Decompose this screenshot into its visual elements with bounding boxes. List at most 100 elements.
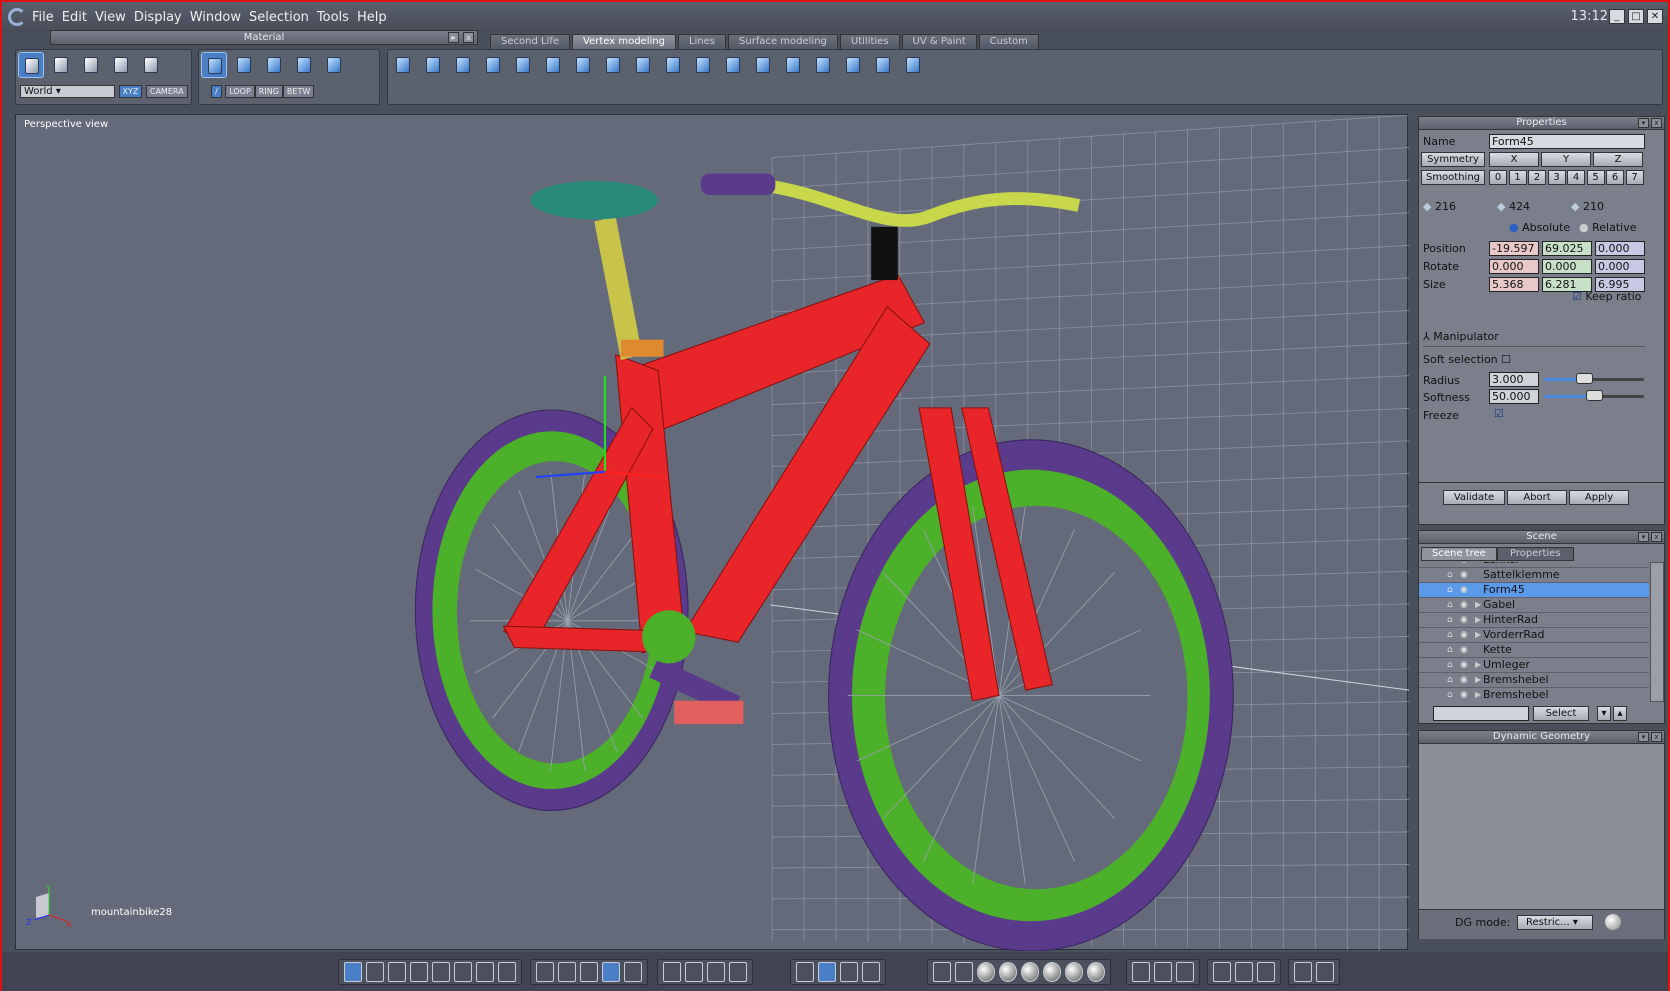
- hide-icon[interactable]: [1132, 962, 1150, 982]
- lock-icon[interactable]: ⌂: [1447, 643, 1453, 657]
- lock-icon[interactable]: ⌂: [1447, 658, 1453, 672]
- abort-button[interactable]: Abort: [1507, 490, 1567, 505]
- eye-icon[interactable]: ◉: [1460, 613, 1468, 627]
- absolute-radio[interactable]: ● Absolute: [1509, 221, 1570, 234]
- 3d-viewport[interactable]: Perspective view Y Z X mountainbike28: [15, 114, 1409, 951]
- wire-shaded-icon[interactable]: [999, 962, 1017, 982]
- orbit-icon[interactable]: [685, 962, 703, 982]
- xray-icon[interactable]: [1176, 962, 1194, 982]
- split-icon[interactable]: [810, 52, 836, 78]
- tab-scene-properties[interactable]: Properties: [1497, 547, 1574, 561]
- rotate-x-field[interactable]: 0.000: [1489, 259, 1539, 274]
- eye-icon[interactable]: ◉: [1460, 673, 1468, 687]
- scene-tree-item[interactable]: ⌂ ◉ Kette: [1419, 643, 1649, 658]
- split-top-view-icon[interactable]: [410, 962, 428, 982]
- split-left-view-icon[interactable]: [454, 962, 472, 982]
- eye-icon[interactable]: ◉: [1460, 562, 1468, 567]
- collapse-icon[interactable]: ▾: [1638, 532, 1649, 542]
- scene-tree-item[interactable]: ⌂ ◉ Sattelklemme: [1419, 568, 1649, 583]
- light-icon[interactable]: [1213, 962, 1231, 982]
- size-z-field[interactable]: 6.995: [1595, 277, 1645, 292]
- plane-icon[interactable]: [510, 52, 536, 78]
- weld-icon[interactable]: [780, 52, 806, 78]
- softness-field[interactable]: 50.000: [1489, 389, 1539, 404]
- tab-custom[interactable]: Custom: [978, 34, 1039, 49]
- lock-icon[interactable]: ⌂: [1447, 583, 1453, 597]
- grid-icon[interactable]: [690, 52, 716, 78]
- frame-all-icon[interactable]: [663, 962, 681, 982]
- display-icon[interactable]: [1257, 962, 1275, 982]
- close-icon[interactable]: x: [1651, 118, 1662, 128]
- tab-vertex-modeling[interactable]: Vertex modeling: [572, 34, 676, 49]
- select-input[interactable]: [1433, 706, 1529, 721]
- slice-icon[interactable]: [660, 52, 686, 78]
- single-view-icon[interactable]: [344, 962, 362, 982]
- position-z-field[interactable]: 0.000: [1595, 241, 1645, 256]
- brush-select-icon[interactable]: /: [211, 84, 222, 98]
- cut-icon[interactable]: [540, 52, 566, 78]
- name-field[interactable]: Form45: [1489, 134, 1645, 149]
- relax-icon[interactable]: [750, 52, 776, 78]
- scene-scrollbar[interactable]: [1650, 562, 1664, 702]
- symmetry-z[interactable]: Z: [1593, 152, 1643, 167]
- chamfer-icon[interactable]: [450, 52, 476, 78]
- close-icon[interactable]: x: [1651, 532, 1662, 542]
- expand-arrow-icon[interactable]: ▶: [1475, 628, 1481, 642]
- lock-icon[interactable]: ⌂: [1447, 628, 1453, 642]
- wire-smooth-icon[interactable]: [955, 962, 973, 982]
- position-x-field[interactable]: -19.597: [1489, 241, 1539, 256]
- menu-file[interactable]: File: [32, 10, 54, 25]
- dg-mode-select[interactable]: Restric... ▾: [1517, 915, 1593, 930]
- menu-help[interactable]: Help: [357, 10, 387, 25]
- select-button[interactable]: Select: [1533, 706, 1589, 721]
- quad-view-icon[interactable]: [366, 962, 384, 982]
- freeze-checkbox[interactable]: ☑: [1494, 407, 1504, 420]
- smoothing-level-4[interactable]: 4: [1567, 170, 1585, 185]
- zoom-icon[interactable]: [707, 962, 725, 982]
- scene-tree-item[interactable]: ⌂ ◉ ▶ Bremshebel: [1419, 688, 1649, 702]
- sphere-icon[interactable]: [108, 52, 134, 78]
- soft-selection-checkbox[interactable]: Soft selection ☐: [1423, 353, 1511, 366]
- wireframe-icon[interactable]: [933, 962, 951, 982]
- scene-tree-item[interactable]: ⌂ ◉ ▶ Umleger: [1419, 658, 1649, 673]
- flat-icon[interactable]: [977, 962, 995, 982]
- expand-arrow-icon[interactable]: ▶: [1475, 688, 1481, 702]
- minimize-button[interactable]: _: [1609, 9, 1625, 24]
- close-icon[interactable]: x: [1651, 732, 1662, 742]
- collapse-icon[interactable]: ▾: [1638, 732, 1649, 742]
- apply-button[interactable]: Apply: [1569, 490, 1629, 505]
- white-icon[interactable]: [1087, 962, 1105, 982]
- radius-field[interactable]: 3.000: [1489, 372, 1539, 387]
- scene-tree-item[interactable]: ⌂ ◉ ▶ Gabel: [1419, 598, 1649, 613]
- eye-icon[interactable]: ◉: [1460, 628, 1468, 642]
- scene-tree-item[interactable]: ⌂ ◉ Form45: [1419, 583, 1649, 598]
- smoothing-level-3[interactable]: 3: [1547, 170, 1566, 185]
- manip-scale-icon[interactable]: [862, 962, 880, 982]
- smooth-icon[interactable]: [1021, 962, 1039, 982]
- menu-tools[interactable]: Tools: [317, 10, 349, 25]
- split-h-view-icon[interactable]: [388, 962, 406, 982]
- lock-icon[interactable]: ⌂: [1447, 568, 1453, 582]
- grid-x-icon[interactable]: [580, 962, 598, 982]
- lock-icon[interactable]: ⌂: [1447, 562, 1453, 567]
- knife-icon[interactable]: [600, 52, 626, 78]
- symmetry-y[interactable]: Y: [1541, 152, 1591, 167]
- menu-selection[interactable]: Selection: [249, 10, 309, 25]
- cube-icon[interactable]: [1235, 962, 1253, 982]
- tab-scene-tree[interactable]: Scene tree: [1421, 547, 1497, 561]
- select-arrow-icon[interactable]: [18, 52, 44, 78]
- betw-button[interactable]: BETW: [282, 84, 315, 98]
- rotate-y-field[interactable]: 0.000: [1542, 259, 1592, 274]
- tab-second-life[interactable]: Second Life: [490, 34, 571, 49]
- stitch-icon[interactable]: [840, 52, 866, 78]
- close-button[interactable]: ✕: [1647, 9, 1663, 24]
- eye-icon[interactable]: ◉: [1460, 568, 1468, 582]
- smoothing-level-5[interactable]: 5: [1586, 170, 1605, 185]
- camera-button[interactable]: CAMERA: [145, 84, 188, 98]
- split-v-view-icon[interactable]: [432, 962, 450, 982]
- look-icon[interactable]: [729, 962, 747, 982]
- menu-view[interactable]: View: [95, 10, 126, 25]
- bridge-icon[interactable]: [570, 52, 596, 78]
- menu-edit[interactable]: Edit: [62, 10, 87, 25]
- lock-icon[interactable]: ⌂: [1447, 598, 1453, 612]
